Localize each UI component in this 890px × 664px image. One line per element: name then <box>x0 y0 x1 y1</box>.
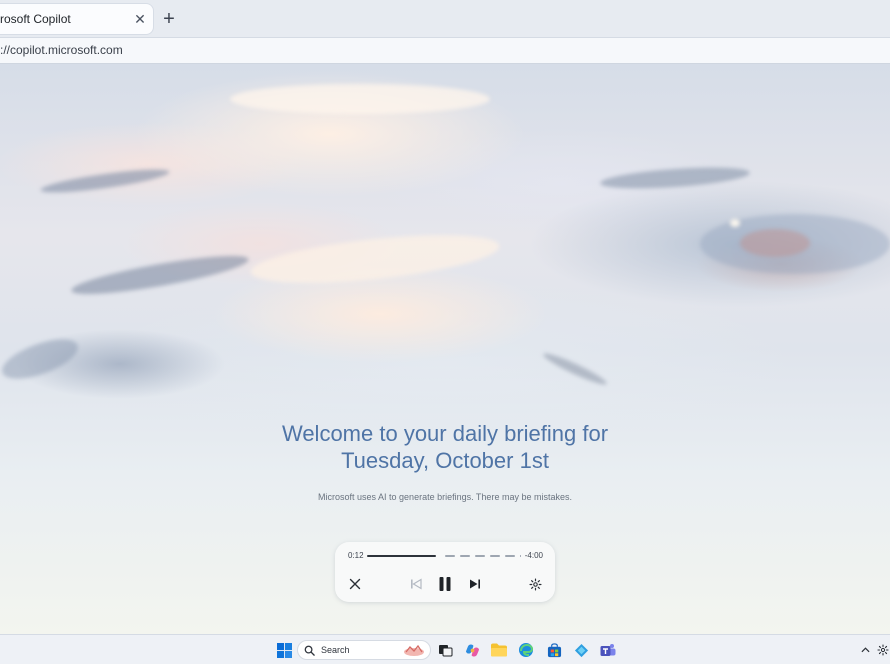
progress-track[interactable] <box>367 555 521 557</box>
tray-settings-button[interactable] <box>876 641 890 659</box>
task-view-button[interactable] <box>436 641 454 659</box>
previous-button[interactable] <box>406 574 426 594</box>
settings-icon <box>528 577 542 591</box>
pause-icon <box>439 577 451 591</box>
widgets-icon <box>404 644 424 656</box>
pause-button[interactable] <box>435 574 455 594</box>
file-explorer-icon <box>491 643 507 657</box>
briefing-headline: Welcome to your daily briefing for Tuesd… <box>0 420 890 474</box>
remaining-time: -4:00 <box>524 551 543 560</box>
track-segment <box>460 555 470 557</box>
taskbar-search[interactable]: Search <box>297 640 431 660</box>
new-tab-button[interactable]: + <box>158 6 180 32</box>
search-icon <box>304 645 315 656</box>
tab-microsoft-copilot[interactable]: rosoft Copilot ✕ <box>0 3 154 35</box>
elapsed-time: 0:12 <box>348 551 364 560</box>
chevron-up-icon <box>860 647 870 653</box>
track-segment <box>490 555 500 557</box>
audio-player: 0:12 -4:00 <box>335 542 555 602</box>
file-explorer-button[interactable] <box>490 641 508 659</box>
start-button[interactable] <box>275 641 293 659</box>
track-segment <box>475 555 485 557</box>
headline-line-2: Tuesday, October 1st <box>341 448 549 473</box>
track-segment <box>445 555 455 557</box>
next-button[interactable] <box>465 574 485 594</box>
previous-icon <box>411 578 422 590</box>
settings-icon <box>877 644 889 656</box>
ai-disclaimer: Microsoft uses AI to generate briefings.… <box>318 492 572 502</box>
tab-title: rosoft Copilot <box>0 12 71 26</box>
headline-line-1: Welcome to your daily briefing for <box>281 421 609 446</box>
edge-icon <box>519 643 534 657</box>
close-player-button[interactable] <box>345 574 365 594</box>
url-text[interactable]: ://copilot.microsoft.com <box>0 38 123 64</box>
next-icon <box>470 579 480 589</box>
windows-taskbar: Search <box>0 634 890 664</box>
close-icon <box>349 578 361 590</box>
store-icon <box>547 642 561 657</box>
azure-icon <box>574 643 588 657</box>
copilot-icon <box>465 644 479 656</box>
task-view-icon <box>438 644 452 656</box>
track-segment <box>520 555 521 557</box>
taskbar-search-label: Search <box>321 645 350 655</box>
show-hidden-icons-button[interactable] <box>858 641 872 659</box>
edge-button[interactable] <box>517 641 535 659</box>
windows-start-icon <box>276 642 292 658</box>
briefing-page: Welcome to your daily briefing for Tuesd… <box>0 64 890 634</box>
teams-icon <box>600 643 616 656</box>
store-button[interactable] <box>545 641 563 659</box>
teams-button[interactable] <box>599 641 617 659</box>
address-bar[interactable]: ://copilot.microsoft.com <box>0 38 890 64</box>
copilot-button[interactable] <box>463 641 481 659</box>
track-segment <box>505 555 515 557</box>
browser-tab-bar: rosoft Copilot ✕ + <box>0 0 890 38</box>
progress-fill <box>367 555 436 557</box>
tab-close-icon[interactable]: ✕ <box>127 6 153 32</box>
player-settings-button[interactable] <box>525 574 545 594</box>
azure-button[interactable] <box>572 641 590 659</box>
